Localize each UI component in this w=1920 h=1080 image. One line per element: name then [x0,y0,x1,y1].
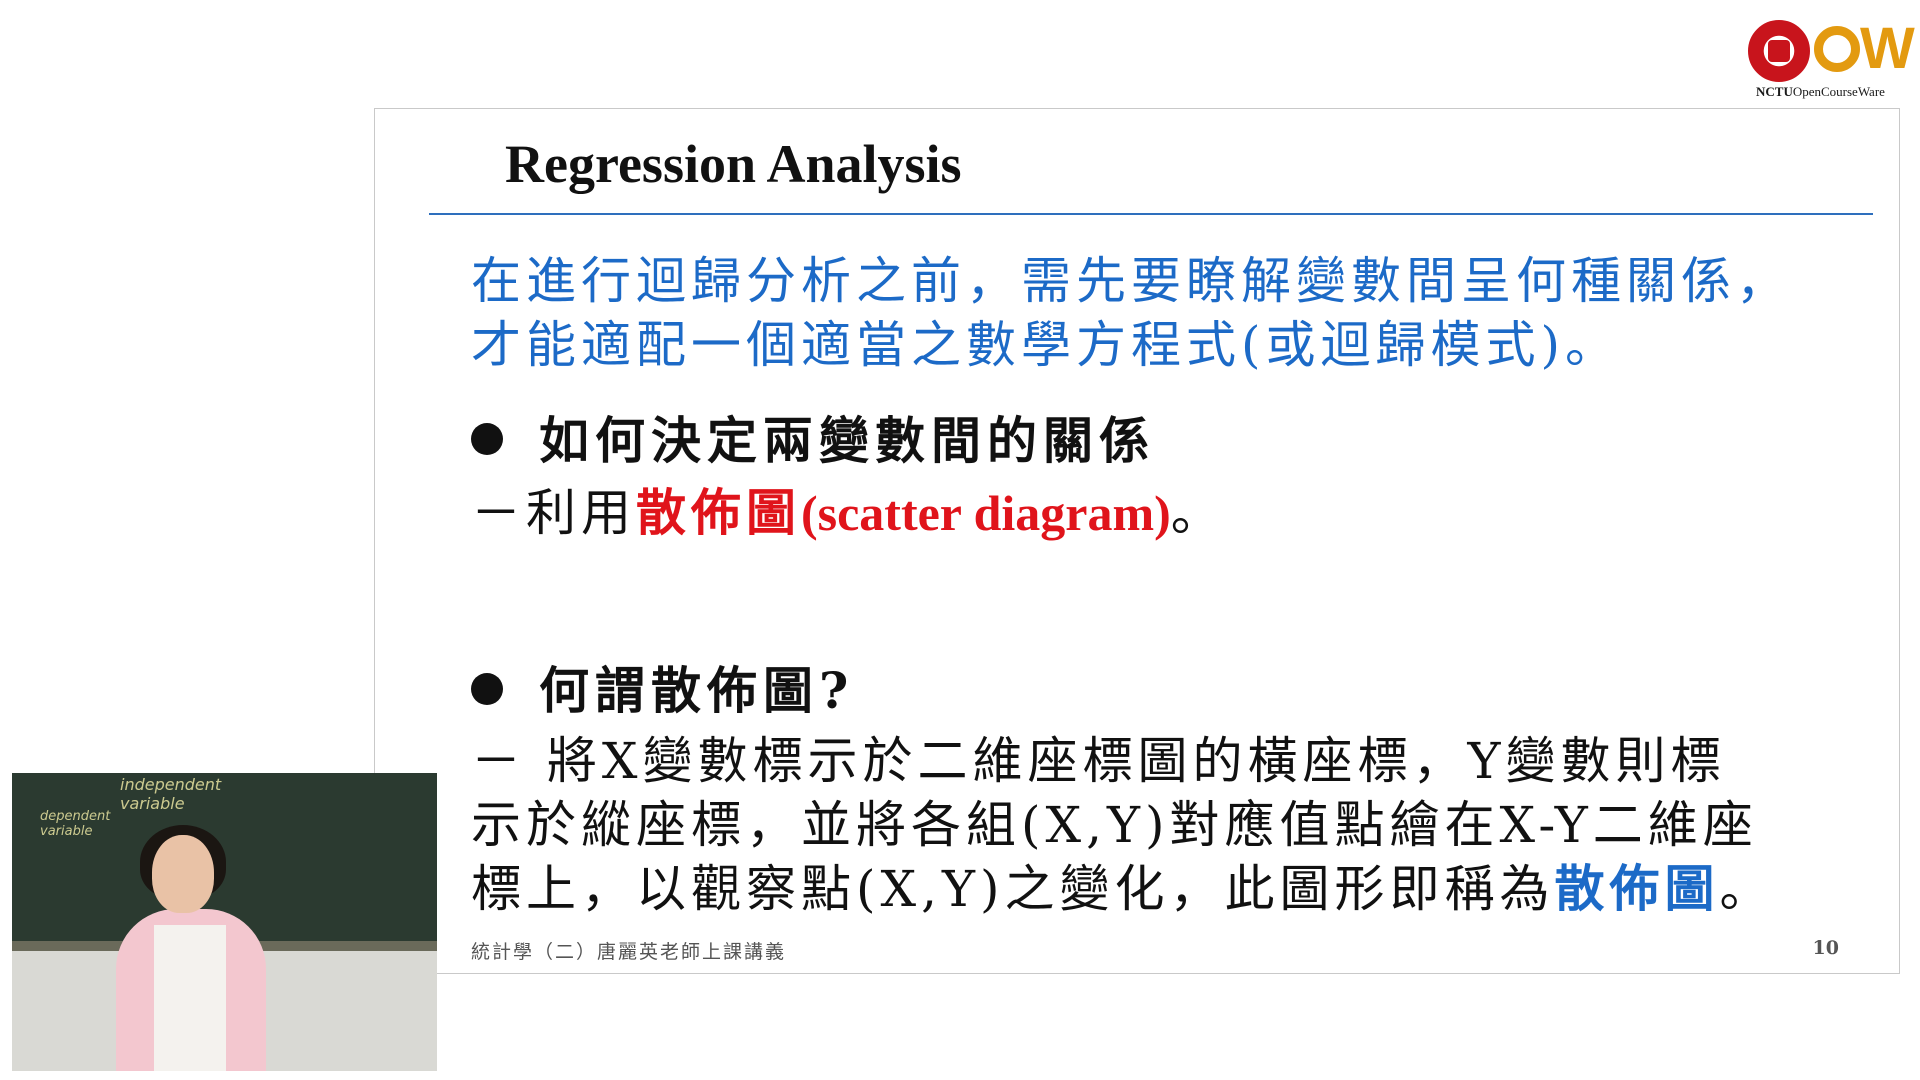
chalk-writing: dependent variable [40,809,111,839]
instructor-video: dependent variable independent variable [12,773,437,1071]
sub2-line-3-suffix: 。 [1719,860,1775,918]
sub1-suffix: 。 [1170,484,1226,542]
chalk-writing: independent variable [120,775,222,813]
bullet-dot-icon [471,673,503,705]
sub1-highlight-en: (scatter diagram) [801,485,1171,541]
lecture-slide: Regression Analysis 在進行迴歸分析之前，需先要瞭解變數間呈何… [374,108,1900,974]
instructor-face [152,835,214,913]
bullet-2-detail: － 將X變數標示於二維座標圖的橫座標，Y變數則標 示於縱座標，並將各組(X,Y)… [471,729,1775,921]
sub2-line-3-highlight: 散佈圖 [1554,859,1720,918]
sub1-prefix: －利用 [471,484,636,542]
title-divider [429,213,1873,215]
bullet-1: 如何決定兩變數間的關係 [471,401,1155,473]
ocw-w-glyph: W [1860,16,1915,81]
bullet-2-text: 何謂散佈圖? [539,661,855,720]
logo-subtitle: OpenCourseWare [1792,84,1885,99]
bullet-dot-icon [471,423,503,455]
sub2-line-2: 示於縱座標，並將各組(X,Y)對應值點繪在X-Y二維座 [471,796,1758,854]
sub2-line-1: － 將X變數標示於二維座標圖的橫座標，Y變數則標 [471,732,1726,790]
bullet-2: 何謂散佈圖? [471,651,854,723]
university-emblem-icon [1748,20,1810,82]
bullet-1-text: 如何決定兩變數間的關係 [539,411,1155,470]
sub1-highlight-cn: 散佈圖 [636,483,801,542]
logo-caption: NCTUOpenCourseWare [1756,84,1885,100]
intro-paragraph: 在進行迴歸分析之前，需先要瞭解變數間呈何種關係， 才能適配一個適當之數學方程式(… [471,249,1791,377]
bullet-1-detail: －利用散佈圖(scatter diagram)。 [471,481,1226,545]
nctu-ocw-logo: W NCTUOpenCourseWare [1748,16,1915,102]
page-number: 10 [1812,937,1839,959]
instructor-blouse [154,925,226,1071]
intro-line-2: 才能適配一個適當之數學方程式(或迴歸模式)。 [471,316,1621,374]
ocw-ring-icon [1814,26,1860,72]
slide-title: Regression Analysis [505,134,962,194]
intro-line-1: 在進行迴歸分析之前，需先要瞭解變數間呈何種關係， [471,252,1791,310]
logo-brand: NCTU [1756,84,1793,99]
slide-footer: 統計學（二）唐麗英老師上課講義 [471,941,787,963]
sub2-line-3: 標上，以觀察點(X,Y)之變化，此圖形即稱為散佈圖。 [471,857,1775,921]
sub2-line-3-prefix: 標上，以觀察點(X,Y)之變化，此圖形即稱為 [471,860,1555,918]
